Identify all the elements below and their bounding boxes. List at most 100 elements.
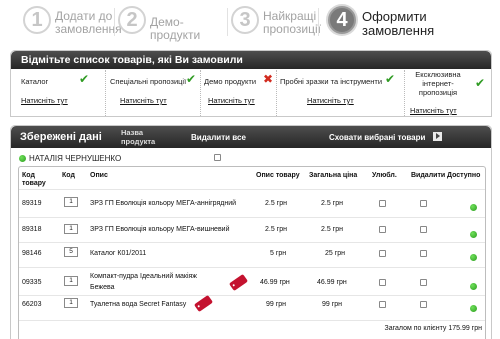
header-code-item: Код товару bbox=[22, 172, 46, 187]
row-divider bbox=[19, 217, 485, 218]
checklist-link[interactable]: Натисніть тут bbox=[208, 96, 255, 105]
header-fav: Улюбл. bbox=[372, 172, 397, 179]
row-divider bbox=[19, 320, 485, 321]
checklist-label: Демо продукти bbox=[204, 77, 257, 86]
cell-total-price: 2.5 грн bbox=[321, 226, 343, 233]
checklist-link[interactable]: Натисніть тут bbox=[307, 96, 354, 105]
delete-checkbox[interactable] bbox=[420, 250, 427, 257]
qty-input[interactable]: 1 bbox=[64, 276, 78, 286]
customer-name: НАТАЛІЯ ЧЕРНУШЕНКО bbox=[29, 154, 122, 163]
customer-checkbox[interactable] bbox=[214, 154, 221, 161]
delete-all-button[interactable]: Видалити все bbox=[191, 133, 246, 142]
cell-code-item: 98146 bbox=[22, 250, 42, 257]
step-divider bbox=[227, 8, 228, 36]
cell-unit-price: 2.5 грн bbox=[265, 226, 287, 233]
cell-code-item: 66203 bbox=[22, 301, 42, 308]
qty-input[interactable]: 1 bbox=[64, 224, 78, 234]
cell-total-price: 25 грн bbox=[325, 250, 346, 257]
favorite-checkbox[interactable] bbox=[379, 226, 386, 233]
checklist-item-exclusive-offer: Ексклюзивна інтернет-пропозиція ✔ Натисн… bbox=[405, 70, 491, 116]
panel-title: Збережені дані bbox=[20, 131, 102, 143]
cell-unit-price: 2.5 грн bbox=[265, 200, 287, 207]
order-checklist: Відмітьте список товарів, які Ви замовил… bbox=[10, 50, 492, 117]
cell-desc-line2: Бежева bbox=[90, 284, 115, 291]
checklist-link[interactable]: Натисніть тут bbox=[410, 106, 457, 115]
check-icon: ✔ bbox=[385, 72, 396, 86]
checklist-item-demo-products: Демо продукти ✖ Натисніть тут bbox=[201, 70, 277, 116]
step-label: Оформити замовлення bbox=[362, 9, 435, 38]
checklist-item-samples-tools: Пробні зразки та інструменти ✔ Натисніть… bbox=[277, 70, 405, 116]
available-icon bbox=[470, 283, 477, 290]
cell-desc: ЗРЗ ГП Еволюція кольору МЕГА-аннігрядний bbox=[90, 200, 237, 207]
cell-code-item: 89319 bbox=[22, 200, 42, 207]
customer-total: Загалом по клієнту 175.99 грн bbox=[384, 325, 482, 332]
hide-selected-button[interactable]: Сховати вибрані товари bbox=[329, 133, 425, 142]
cell-unit-price: 99 грн bbox=[266, 301, 287, 308]
cell-total-price: 2.5 грн bbox=[321, 200, 343, 207]
step-demo-products[interactable]: 2 Демо-продукти bbox=[118, 4, 226, 42]
saved-data-panel: Збережені дані Назва продукта Видалити в… bbox=[10, 125, 492, 339]
checklist-label: Ексклюзивна інтернет-пропозиція bbox=[415, 70, 461, 97]
cell-code-item: 89318 bbox=[22, 226, 42, 233]
step-number: 2 bbox=[118, 6, 146, 34]
step-best-offers[interactable]: 3 Найкращі пропозиції bbox=[231, 4, 323, 42]
checklist-item-catalog: Каталог ✔ Натисніть тут bbox=[11, 70, 106, 116]
step-checkout[interactable]: 4 Оформити замовлення bbox=[328, 4, 448, 42]
delete-checkbox[interactable] bbox=[420, 279, 427, 286]
cell-unit-price: 5 грн bbox=[270, 250, 287, 257]
price-tag-icon bbox=[228, 273, 249, 292]
header-total-price: Загальна ціна bbox=[309, 172, 358, 179]
available-icon bbox=[470, 204, 477, 211]
row-divider bbox=[19, 295, 485, 296]
favorite-checkbox[interactable] bbox=[379, 301, 386, 308]
checkout-steps: 1 Додати до замовлення 2 Демо-продукти 3 … bbox=[0, 0, 500, 44]
checklist-link[interactable]: Натисніть тут bbox=[21, 96, 68, 105]
delete-checkbox[interactable] bbox=[420, 200, 427, 207]
checklist-link[interactable]: Натисніть тут bbox=[120, 96, 167, 105]
header-available: Доступно bbox=[447, 172, 481, 179]
favorite-checkbox[interactable] bbox=[379, 200, 386, 207]
favorite-checkbox[interactable] bbox=[379, 250, 386, 257]
order-table: Код товару Код Опис Опис товару Загальна… bbox=[18, 166, 486, 339]
step-label: Демо-продукти bbox=[150, 15, 201, 42]
checklist-label: Спеціальні пропозиції bbox=[110, 77, 187, 86]
cell-desc: Каталог К01/2011 bbox=[90, 250, 147, 257]
step-divider bbox=[114, 8, 115, 36]
qty-input[interactable]: 1 bbox=[64, 197, 78, 207]
delete-checkbox[interactable] bbox=[420, 301, 427, 308]
price-tag-icon bbox=[193, 294, 214, 313]
header-desc-item: Опис товару bbox=[256, 172, 300, 179]
available-icon bbox=[470, 254, 477, 261]
favorite-checkbox[interactable] bbox=[379, 279, 386, 286]
step-label: Найкращі пропозиції bbox=[263, 9, 321, 36]
available-icon bbox=[470, 231, 477, 238]
step-add-to-order[interactable]: 1 Додати до замовлення bbox=[23, 4, 122, 42]
header-desc: Опис bbox=[90, 172, 108, 179]
checklist-item-special-offers: Спеціальні пропозиції ✔ Натисніть тут bbox=[106, 70, 201, 116]
checklist-label: Пробні зразки та інструменти bbox=[280, 77, 383, 86]
cell-code-item: 09335 bbox=[22, 279, 42, 286]
column-product-name: Назва продукта bbox=[121, 128, 156, 146]
available-icon bbox=[470, 305, 477, 312]
step-divider bbox=[318, 8, 319, 36]
cell-desc: Туалетна вода Secret Fantasy bbox=[90, 301, 187, 308]
cell-unit-price: 46.99 грн bbox=[260, 279, 290, 286]
step-number: 3 bbox=[231, 6, 259, 34]
cell-desc: Компакт-пудра Ідеальний макіяж bbox=[90, 273, 197, 280]
qty-input[interactable]: 5 bbox=[64, 247, 78, 257]
cell-total-price: 99 грн bbox=[322, 301, 343, 308]
saved-header: Збережені дані Назва продукта Видалити в… bbox=[11, 126, 491, 148]
row-divider bbox=[19, 267, 485, 268]
step-number: 4 bbox=[328, 6, 356, 34]
delete-checkbox[interactable] bbox=[420, 226, 427, 233]
step-label: Додати до замовлення bbox=[55, 9, 122, 36]
checklist-header: Відмітьте список товарів, які Ви замовил… bbox=[11, 51, 491, 69]
cell-total-price: 46.99 грн bbox=[317, 279, 347, 286]
play-arrow-icon[interactable] bbox=[433, 132, 442, 141]
header-delete: Видалити bbox=[411, 172, 446, 179]
check-icon: ✔ bbox=[79, 72, 90, 86]
qty-input[interactable]: 1 bbox=[64, 298, 78, 308]
cross-icon: ✖ bbox=[263, 72, 274, 86]
checklist-label: Каталог bbox=[21, 77, 49, 86]
step-number: 1 bbox=[23, 6, 51, 34]
